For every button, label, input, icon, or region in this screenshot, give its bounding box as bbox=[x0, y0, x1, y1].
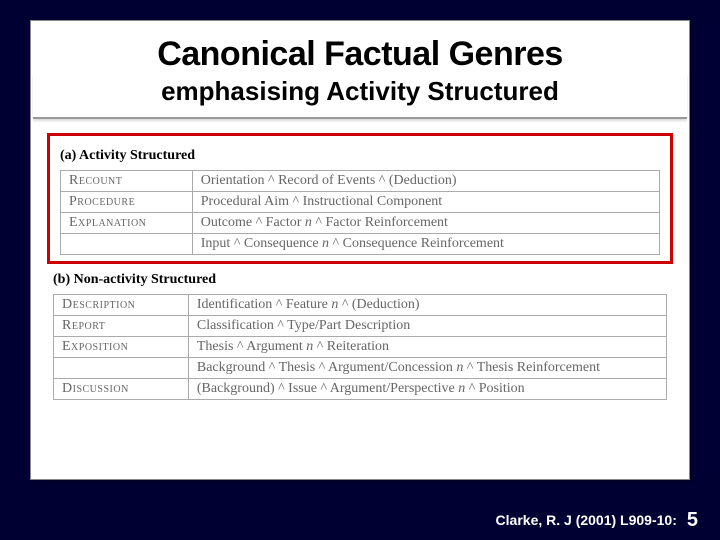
table-non-activity-structured: Description Identification ^ Feature n ^… bbox=[53, 294, 667, 400]
genre-structure: Background ^ Thesis ^ Argument/Concessio… bbox=[188, 358, 666, 379]
slide-subtitle: emphasising Activity Structured bbox=[33, 74, 687, 119]
section-b-label: (b) Non-activity Structured bbox=[53, 272, 667, 288]
genre-structure: Outcome ^ Factor n ^ Factor Reinforcemen… bbox=[192, 213, 659, 234]
genre-structure: Classification ^ Type/Part Description bbox=[188, 316, 666, 337]
table-row: Discussion (Background) ^ Issue ^ Argume… bbox=[54, 379, 667, 400]
content-area: (a) Activity Structured Recount Orientat… bbox=[31, 119, 689, 400]
slide-card: Canonical Factual Genres emphasising Act… bbox=[30, 20, 690, 480]
table-row: Description Identification ^ Feature n ^… bbox=[54, 295, 667, 316]
highlighted-section-a: (a) Activity Structured Recount Orientat… bbox=[47, 133, 673, 264]
genre-structure: (Background) ^ Issue ^ Argument/Perspect… bbox=[188, 379, 666, 400]
genre-structure: Orientation ^ Record of Events ^ (Deduct… bbox=[192, 171, 659, 192]
genre-structure: Input ^ Consequence n ^ Consequence Rein… bbox=[192, 234, 659, 255]
footer: Clarke, R. J (2001) L909-10: 5 bbox=[0, 500, 720, 540]
genre-structure: Thesis ^ Argument n ^ Reiteration bbox=[188, 337, 666, 358]
genre-name: Explanation bbox=[61, 213, 193, 234]
table-row: Procedure Procedural Aim ^ Instructional… bbox=[61, 192, 660, 213]
genre-name: Recount bbox=[61, 171, 193, 192]
genre-name: Report bbox=[54, 316, 189, 337]
genre-name bbox=[54, 358, 189, 379]
page-number: 5 bbox=[687, 509, 698, 532]
genre-name: Procedure bbox=[61, 192, 193, 213]
citation: Clarke, R. J (2001) L909-10: bbox=[496, 512, 677, 528]
table-row: Explanation Outcome ^ Factor n ^ Factor … bbox=[61, 213, 660, 234]
genre-structure: Identification ^ Feature n ^ (Deduction) bbox=[188, 295, 666, 316]
table-activity-structured: Recount Orientation ^ Record of Events ^… bbox=[60, 170, 660, 255]
genre-name bbox=[61, 234, 193, 255]
table-row: Input ^ Consequence n ^ Consequence Rein… bbox=[61, 234, 660, 255]
table-row: Exposition Thesis ^ Argument n ^ Reitera… bbox=[54, 337, 667, 358]
slide-title: Canonical Factual Genres bbox=[31, 21, 689, 74]
section-a-label: (a) Activity Structured bbox=[60, 148, 660, 164]
table-row: Background ^ Thesis ^ Argument/Concessio… bbox=[54, 358, 667, 379]
table-row: Recount Orientation ^ Record of Events ^… bbox=[61, 171, 660, 192]
genre-name: Discussion bbox=[54, 379, 189, 400]
genre-name: Description bbox=[54, 295, 189, 316]
genre-name: Exposition bbox=[54, 337, 189, 358]
genre-structure: Procedural Aim ^ Instructional Component bbox=[192, 192, 659, 213]
table-row: Report Classification ^ Type/Part Descri… bbox=[54, 316, 667, 337]
